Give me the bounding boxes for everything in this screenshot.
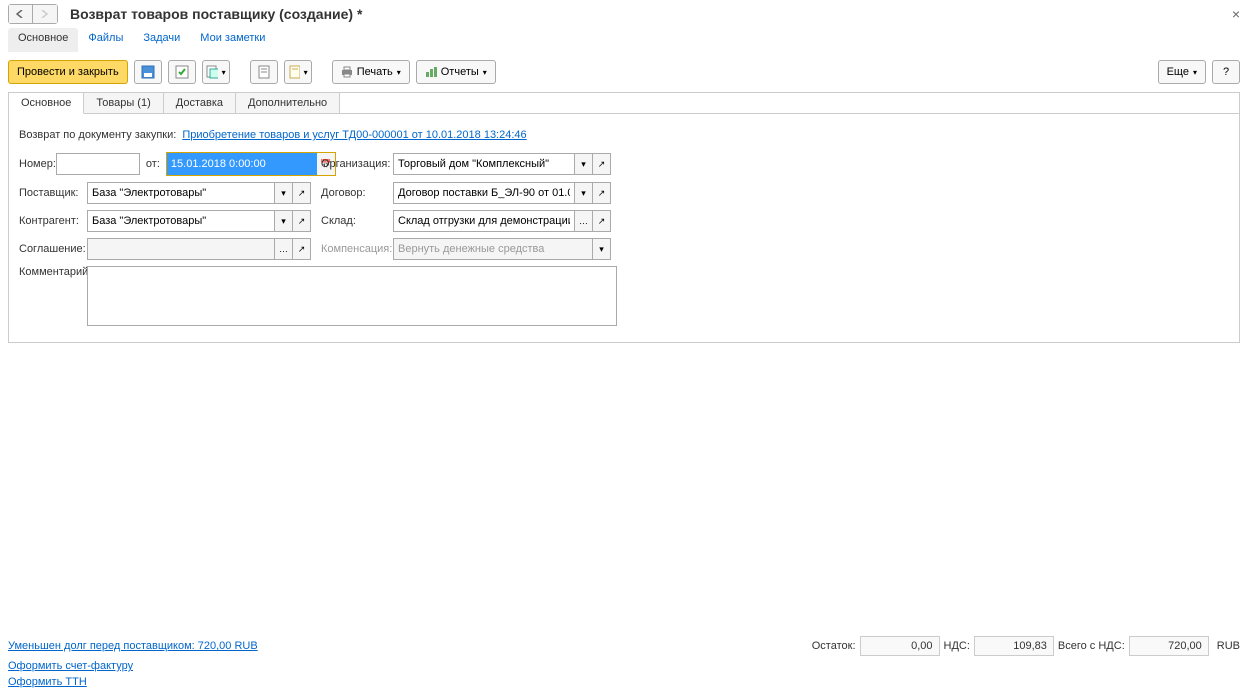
contract-label: Договор: — [321, 187, 393, 199]
subtab-goods[interactable]: Товары (1) — [84, 93, 163, 113]
page-title: Возврат товаров поставщику (создание) * — [70, 6, 362, 22]
ttn-link[interactable]: Оформить ТТН — [8, 676, 87, 688]
org-input[interactable] — [393, 153, 575, 175]
warehouse-input[interactable] — [393, 210, 575, 232]
counterparty-input[interactable] — [87, 210, 275, 232]
org-open-icon[interactable]: ↗ — [593, 153, 611, 175]
warehouse-open-icon[interactable]: ↗ — [593, 210, 611, 232]
subtab-extra[interactable]: Дополнительно — [236, 93, 340, 113]
compensation-label: Компенсация: — [321, 243, 393, 255]
close-button[interactable]: × — [1232, 6, 1240, 22]
comment-label: Комментарий: — [19, 266, 87, 278]
number-input[interactable] — [56, 153, 140, 175]
org-dropdown-icon[interactable]: ▾ — [575, 153, 593, 175]
remainder-value: 0,00 — [860, 636, 940, 656]
supplier-label: Поставщик: — [19, 187, 87, 199]
compensation-input — [393, 238, 593, 260]
agreement-more-icon[interactable]: … — [275, 238, 293, 260]
currency-label: RUB — [1217, 640, 1240, 652]
post-button[interactable] — [168, 60, 196, 84]
agreement-input[interactable] — [87, 238, 275, 260]
date-label: от: — [146, 158, 160, 170]
post-and-close-button[interactable]: Провести и закрыть — [8, 60, 128, 84]
invoice-link[interactable]: Оформить счет-фактуру — [8, 660, 133, 672]
total-value: 720,00 — [1129, 636, 1209, 656]
counterparty-open-icon[interactable]: ↗ — [293, 210, 311, 232]
tab-tasks[interactable]: Задачи — [133, 28, 190, 52]
tab-files[interactable]: Файлы — [78, 28, 133, 52]
supplier-open-icon[interactable]: ↗ — [293, 182, 311, 204]
total-label: Всего с НДС: — [1058, 640, 1125, 652]
save-button[interactable] — [134, 60, 162, 84]
counterparty-label: Контрагент: — [19, 215, 87, 227]
print-label: Печать — [357, 66, 393, 78]
tab-main[interactable]: Основное — [8, 28, 78, 52]
create-based-button[interactable]: ▾ — [202, 60, 230, 84]
reports-button[interactable]: Отчеты▾ — [416, 60, 496, 84]
supplier-dropdown-icon[interactable]: ▾ — [275, 182, 293, 204]
help-button[interactable]: ? — [1212, 60, 1240, 84]
supplier-input[interactable] — [87, 182, 275, 204]
number-label: Номер: — [19, 158, 56, 170]
subtab-delivery[interactable]: Доставка — [164, 93, 236, 113]
doc-button-2[interactable]: ▾ — [284, 60, 312, 84]
print-button[interactable]: Печать▾ — [332, 60, 410, 84]
base-doc-label: Возврат по документу закупки: — [19, 129, 176, 141]
debt-link[interactable]: Уменьшен долг перед поставщиком: 720,00 … — [8, 640, 258, 652]
date-input[interactable] — [167, 153, 317, 175]
compensation-dropdown-icon[interactable]: ▾ — [593, 238, 611, 260]
back-button[interactable] — [9, 5, 33, 23]
warehouse-more-icon[interactable]: … — [575, 210, 593, 232]
warehouse-label: Склад: — [321, 215, 393, 227]
org-label: Организация: — [321, 158, 393, 170]
vat-value: 109,83 — [974, 636, 1054, 656]
contract-dropdown-icon[interactable]: ▾ — [575, 182, 593, 204]
doc-button-1[interactable] — [250, 60, 278, 84]
agreement-open-icon[interactable]: ↗ — [293, 238, 311, 260]
subtab-main[interactable]: Основное — [9, 93, 84, 114]
tab-notes[interactable]: Мои заметки — [190, 28, 275, 52]
more-button[interactable]: Еще▾ — [1158, 60, 1206, 84]
contract-input[interactable] — [393, 182, 575, 204]
contract-open-icon[interactable]: ↗ — [593, 182, 611, 204]
agreement-label: Соглашение: — [19, 243, 87, 255]
comment-input[interactable] — [87, 266, 617, 326]
base-doc-link[interactable]: Приобретение товаров и услуг ТД00-000001… — [182, 129, 526, 141]
counterparty-dropdown-icon[interactable]: ▾ — [275, 210, 293, 232]
vat-label: НДС: — [944, 640, 970, 652]
remainder-label: Остаток: — [812, 640, 856, 652]
more-label: Еще — [1167, 66, 1189, 78]
forward-button[interactable] — [33, 5, 57, 23]
reports-label: Отчеты — [441, 66, 479, 78]
